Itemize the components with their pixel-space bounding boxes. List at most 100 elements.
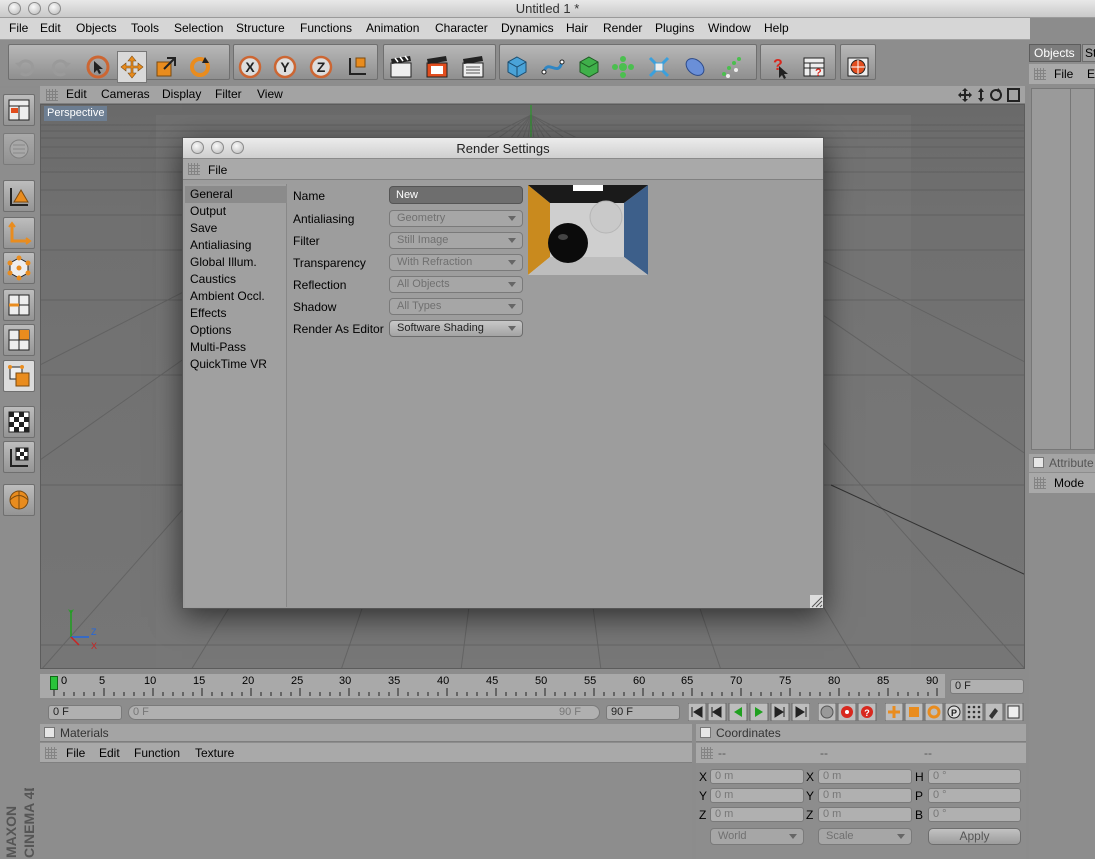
menu-tools[interactable]: Tools — [131, 21, 159, 35]
menu-render[interactable]: Render — [603, 21, 642, 35]
playback-buttons[interactable] — [688, 703, 810, 721]
rotate-tool-icon[interactable] — [185, 51, 215, 83]
tab-structure[interactable]: St — [1082, 44, 1095, 62]
menu-help[interactable]: Help — [764, 21, 789, 35]
preview-range-slider[interactable]: 0 F 90 F — [128, 705, 600, 720]
name-field[interactable]: New — [389, 186, 523, 204]
rotation-b-field[interactable]: 0 ° — [928, 807, 1021, 822]
filter-dropdown[interactable]: Still Image — [389, 232, 523, 249]
viewport-menu-view[interactable]: View — [257, 87, 283, 101]
position-y-field[interactable]: 0 m — [710, 788, 804, 803]
materials-menu-edit[interactable]: Edit — [99, 746, 120, 760]
materials-menu-function[interactable]: Function — [134, 746, 180, 760]
menu-character[interactable]: Character — [435, 21, 488, 35]
nav-item-ambient-occl[interactable]: Ambient Occl. — [185, 288, 287, 305]
current-frame-field[interactable]: 0 F — [950, 679, 1024, 694]
position-z-field[interactable]: 0 m — [710, 807, 804, 822]
transparency-dropdown[interactable]: With Refraction — [389, 254, 523, 271]
viewport-menu-display[interactable]: Display — [162, 87, 201, 101]
make-editable-icon[interactable] — [3, 133, 35, 165]
particle-emitter-icon[interactable] — [716, 51, 746, 83]
texture-axis-mode-icon[interactable] — [3, 441, 35, 473]
menu-structure[interactable]: Structure — [236, 21, 285, 35]
nav-item-save[interactable]: Save — [185, 220, 287, 237]
menu-objects[interactable]: Objects — [76, 21, 117, 35]
antialiasing-dropdown[interactable]: Geometry — [389, 210, 523, 227]
use-polygons-mode-icon[interactable] — [3, 324, 35, 356]
menu-hair[interactable]: Hair — [566, 21, 588, 35]
nav-item-output[interactable]: Output — [185, 203, 287, 220]
spline-object-icon[interactable] — [538, 51, 568, 83]
size-y-field[interactable]: 0 m — [818, 788, 912, 803]
cube-object-icon[interactable] — [502, 51, 532, 83]
scene-object-icon[interactable] — [680, 51, 710, 83]
live-selection-icon[interactable] — [83, 51, 113, 83]
materials-menu-texture[interactable]: Texture — [195, 746, 234, 760]
menu-plugins[interactable]: Plugins — [655, 21, 694, 35]
size-x-field[interactable]: 0 m — [818, 769, 912, 784]
objects-menu-file[interactable]: File — [1054, 67, 1073, 81]
render-to-picture-viewer-icon[interactable] — [458, 51, 488, 83]
object-manager-list[interactable] — [1031, 88, 1095, 450]
position-x-field[interactable]: 0 m — [710, 769, 804, 784]
nav-item-antialiasing[interactable]: Antialiasing — [185, 237, 287, 254]
attributes-panel-toggle[interactable] — [1033, 457, 1044, 468]
viewport-menu-cameras[interactable]: Cameras — [101, 87, 150, 101]
materials-panel-toggle[interactable] — [44, 727, 55, 738]
rotation-h-field[interactable]: 0 ° — [928, 769, 1021, 784]
coordinate-system-icon[interactable] — [342, 51, 372, 83]
z-axis-lock-icon[interactable]: Z — [306, 51, 336, 83]
materials-menu-file[interactable]: File — [66, 746, 85, 760]
undo-icon[interactable] — [11, 51, 41, 83]
nav-item-global-illum[interactable]: Global Illum. — [185, 254, 287, 271]
objects-menu-edit[interactable]: E — [1087, 67, 1095, 81]
coordinate-system-dropdown[interactable]: World — [710, 828, 804, 845]
menu-file[interactable]: File — [9, 21, 28, 35]
nav-item-caustics[interactable]: Caustics — [185, 271, 287, 288]
menu-functions[interactable]: Functions — [300, 21, 352, 35]
record-buttons[interactable]: ? — [818, 703, 878, 721]
help-pointer-icon[interactable]: ? — [763, 51, 793, 83]
use-polygon-selection-icon[interactable] — [3, 360, 35, 392]
use-axis-mode-icon[interactable] — [3, 217, 35, 249]
timeline-playhead[interactable] — [50, 676, 58, 690]
web-browser-icon[interactable] — [843, 51, 873, 83]
apply-button[interactable]: Apply — [928, 828, 1021, 845]
start-frame-field[interactable]: 0 F — [48, 705, 122, 720]
render-view-icon[interactable] — [386, 51, 416, 83]
use-object-axis-icon[interactable] — [3, 180, 35, 212]
dialog-menu-file[interactable]: File — [208, 163, 227, 177]
texture-mode-icon[interactable] — [3, 406, 35, 438]
viewport-menu-edit[interactable]: Edit — [66, 87, 87, 101]
timeline-ruler[interactable]: 0 5 10 15 20 25 30 35 40 45 50 55 60 65 … — [40, 674, 945, 698]
sculpt-mode-icon[interactable] — [3, 484, 35, 516]
menu-selection[interactable]: Selection — [174, 21, 223, 35]
move-tool-icon[interactable] — [117, 51, 147, 83]
use-edges-mode-icon[interactable] — [3, 289, 35, 321]
resize-grip-icon[interactable] — [810, 595, 823, 608]
menu-dynamics[interactable]: Dynamics — [501, 21, 554, 35]
deformer-object-icon[interactable] — [644, 51, 674, 83]
attributes-menu-mode[interactable]: Mode — [1054, 476, 1084, 490]
array-object-icon[interactable] — [608, 51, 638, 83]
use-model-mode-icon[interactable] — [3, 94, 35, 126]
end-frame-field[interactable]: 90 F — [606, 705, 680, 720]
nav-item-options[interactable]: Options — [185, 322, 287, 339]
key-mode-buttons[interactable]: P — [885, 703, 1025, 721]
nav-item-effects[interactable]: Effects — [185, 305, 287, 322]
menu-window[interactable]: Window — [708, 21, 751, 35]
rotation-p-field[interactable]: 0 ° — [928, 788, 1021, 803]
redo-icon[interactable] — [45, 51, 75, 83]
use-points-mode-icon[interactable] — [3, 252, 35, 284]
viewport-menu-filter[interactable]: Filter — [215, 87, 242, 101]
y-axis-lock-icon[interactable]: Y — [270, 51, 300, 83]
menu-edit[interactable]: Edit — [40, 21, 61, 35]
nav-item-multi-pass[interactable]: Multi-Pass — [185, 339, 287, 356]
nurbs-object-icon[interactable] — [574, 51, 604, 83]
tab-objects[interactable]: Objects — [1029, 44, 1081, 62]
viewport-navigation-icons[interactable] — [958, 87, 1022, 103]
nav-item-general[interactable]: General — [185, 186, 287, 203]
size-z-field[interactable]: 0 m — [818, 807, 912, 822]
layout-manager-icon[interactable]: ? — [799, 51, 829, 83]
reflection-dropdown[interactable]: All Objects — [389, 276, 523, 293]
